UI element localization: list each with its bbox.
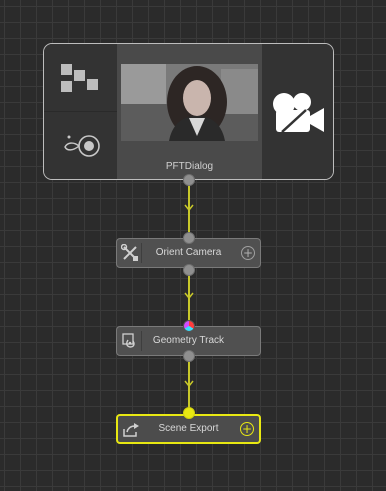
blocks-icon (60, 63, 98, 92)
tools-icon (121, 244, 138, 261)
geometry-track-output-port[interactable] (183, 350, 195, 362)
preview-thumbnail[interactable] (121, 64, 258, 141)
orient-camera-input-port[interactable] (183, 232, 195, 244)
node-graph-canvas[interactable]: PFTDialog Orient Camera + Geometry Track… (0, 0, 386, 491)
node-label: Scene Export (158, 423, 219, 434)
tracker-target-icon (63, 134, 100, 157)
wire-arrow-icon (184, 380, 194, 388)
geometry-track-icon (122, 333, 135, 348)
source-node-title: PFTDialog (165, 161, 214, 172)
source-node-pftdialog[interactable]: PFTDialog (43, 43, 334, 180)
tracker-tile[interactable] (44, 112, 117, 179)
source-node-preview-panel: PFTDialog (117, 44, 262, 179)
add-icon[interactable]: + (241, 246, 255, 260)
add-icon[interactable]: + (240, 422, 254, 436)
source-node-output-port[interactable] (183, 174, 195, 186)
blocks-tile[interactable] (44, 44, 117, 112)
geometry-track-input-port[interactable] (183, 320, 195, 332)
source-node-right-panel[interactable] (262, 44, 333, 179)
wire-arrow-icon (184, 204, 194, 212)
wire-arrow-icon (184, 292, 194, 300)
orient-camera-output-port[interactable] (183, 264, 195, 276)
source-node-left-panel (44, 44, 117, 179)
export-icon (123, 423, 139, 437)
scene-export-input-port[interactable] (183, 407, 195, 419)
movie-camera-icon (273, 92, 324, 133)
preview-image (121, 64, 258, 141)
